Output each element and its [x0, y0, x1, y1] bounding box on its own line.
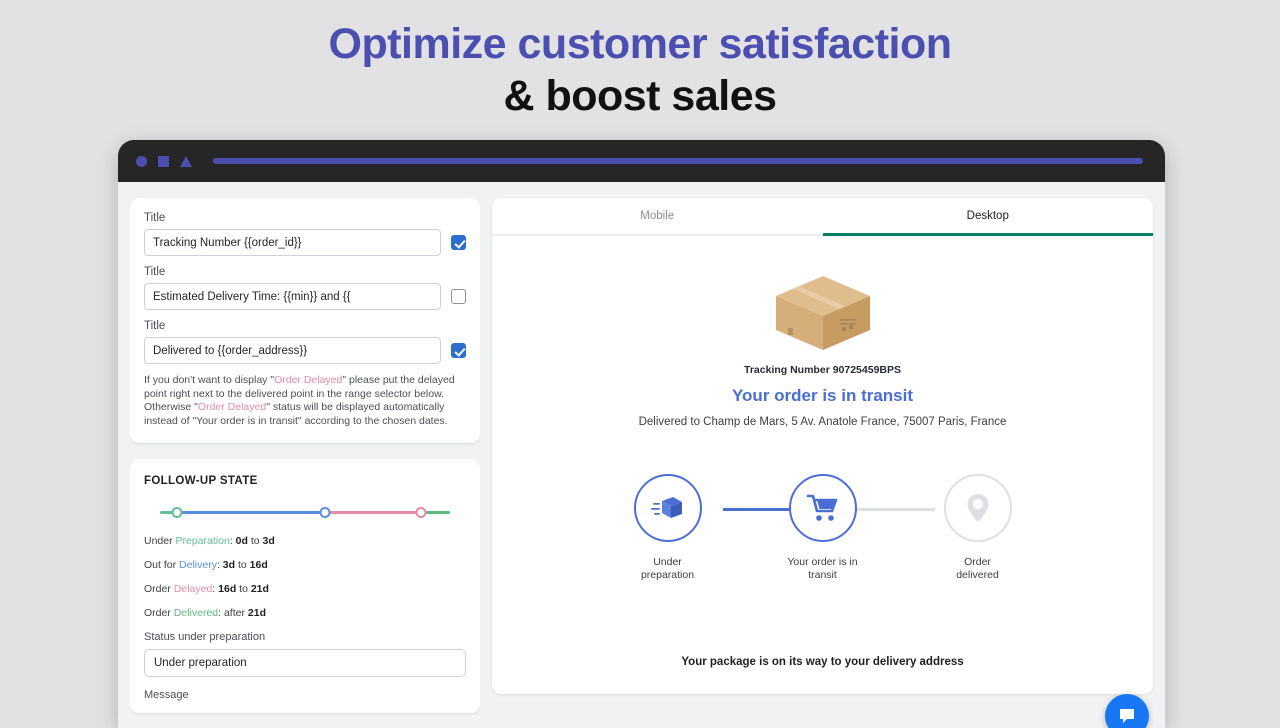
- title-input-3[interactable]: Delivered to {{order_address}}: [144, 337, 441, 364]
- cardboard-box-icon: [768, 262, 878, 354]
- headline-line-2: & boost sales: [0, 70, 1280, 122]
- title-checkbox-2[interactable]: [451, 289, 466, 304]
- browser-window-mockup: Title Tracking Number {{order_id}} Title…: [118, 140, 1165, 728]
- field-label: Title: [144, 320, 441, 332]
- step-label: Under preparation: [641, 556, 694, 582]
- step-label-line2: delivered: [956, 569, 999, 581]
- order-progress-stepper: Under preparation: [613, 474, 1033, 582]
- tab-desktop[interactable]: Desktop: [823, 198, 1154, 236]
- field-label: Title: [144, 266, 441, 278]
- tracking-number-text: Tracking Number 90725459BPS: [744, 364, 901, 376]
- step-under-preparation: Under preparation: [613, 474, 723, 582]
- range-state: Delayed: [174, 583, 213, 595]
- title-field-row: Title Delivered to {{order_address}}: [144, 320, 466, 364]
- step-label-line2: transit: [808, 569, 837, 581]
- preview-body: Tracking Number 90725459BPS Your order i…: [492, 236, 1153, 694]
- range-sep: : after: [218, 607, 248, 619]
- status-under-preparation-input[interactable]: Under preparation: [144, 649, 466, 677]
- range-prefix: Under: [144, 535, 176, 547]
- field-label: Title: [144, 212, 441, 224]
- step-label-line1: Your order is in: [787, 556, 857, 568]
- package-footer-note: Your package is on its way to your deliv…: [681, 656, 963, 668]
- range-line-preparation: Under Preparation: 0d to 3d: [144, 535, 466, 547]
- browser-titlebar: [118, 140, 1165, 182]
- followup-section-title: FOLLOW-UP STATE: [144, 475, 466, 487]
- followup-state-card: FOLLOW-UP STATE Under Preparation: 0d to…: [130, 459, 480, 713]
- range-to: 21d: [251, 583, 269, 595]
- range-to: 16d: [250, 559, 268, 571]
- headline-line-1: Optimize customer satisfaction: [0, 18, 1280, 70]
- titles-card: Title Tracking Number {{order_id}} Title…: [130, 198, 480, 443]
- range-line-delivery: Out for Delivery: 3d to 16d: [144, 559, 466, 571]
- message-label: Message: [144, 689, 466, 701]
- range-state: Preparation: [176, 535, 230, 547]
- preview-column: Mobile Desktop: [492, 198, 1153, 728]
- step-label-line1: Under: [653, 556, 682, 568]
- range-mid: to: [235, 559, 250, 571]
- step-delivered: Order delivered: [923, 474, 1033, 582]
- status-under-preparation-label: Status under preparation: [144, 631, 466, 643]
- package-box-icon: [651, 491, 685, 525]
- slider-handle-delivery[interactable]: [320, 507, 331, 518]
- range-prefix: Order: [144, 583, 174, 595]
- step-label-line1: Order: [964, 556, 991, 568]
- range-from: 0d: [236, 535, 248, 547]
- range-from: 3d: [223, 559, 235, 571]
- title-field-3: Title Delivered to {{order_address}}: [144, 320, 441, 364]
- page-headline: Optimize customer satisfaction & boost s…: [0, 0, 1280, 123]
- title-checkbox-3[interactable]: [451, 343, 466, 358]
- title-field-row: Title Estimated Delivery Time: {{min}} a…: [144, 266, 466, 310]
- triangle-icon[interactable]: [180, 156, 192, 167]
- chat-bubble-icon[interactable]: [1105, 694, 1149, 728]
- range-prefix: Out for: [144, 559, 179, 571]
- slider-handle-preparation[interactable]: [172, 507, 183, 518]
- shopping-cart-icon: [806, 491, 840, 525]
- circle-icon[interactable]: [136, 156, 147, 167]
- step-circle: [944, 474, 1012, 542]
- square-icon[interactable]: [158, 156, 169, 167]
- help-highlight-1: Order Delayed: [274, 374, 342, 386]
- step-in-transit: Your order is in transit: [768, 474, 878, 582]
- slider-segment-delivery: [177, 511, 325, 514]
- title-field-row: Title Tracking Number {{order_id}}: [144, 212, 466, 256]
- app-viewport: Title Tracking Number {{order_id}} Title…: [118, 182, 1165, 728]
- title-field-1: Title Tracking Number {{order_id}}: [144, 212, 441, 256]
- slider-segment-delayed: [325, 511, 421, 514]
- range-state: Delivered: [174, 607, 218, 619]
- range-from: 16d: [218, 583, 236, 595]
- range-mid: to: [248, 535, 263, 547]
- tracking-preview-card: Mobile Desktop: [492, 198, 1153, 694]
- range-line-delayed: Order Delayed: 16d to 21d: [144, 583, 466, 595]
- title-field-2: Title Estimated Delivery Time: {{min}} a…: [144, 266, 441, 310]
- step-label: Your order is in transit: [787, 556, 857, 582]
- order-status-heading: Your order is in transit: [732, 386, 913, 406]
- settings-column: Title Tracking Number {{order_id}} Title…: [130, 198, 480, 728]
- location-pin-icon: [963, 491, 993, 525]
- range-from: 21d: [248, 607, 266, 619]
- help-highlight-2: Order Delayed: [198, 401, 266, 413]
- range-mid: to: [236, 583, 251, 595]
- help-part-1: If you don't want to display ": [144, 374, 274, 386]
- range-line-delivered: Order Delivered: after 21d: [144, 607, 466, 619]
- step-label-line2: preparation: [641, 569, 694, 581]
- range-state: Delivery: [179, 559, 217, 571]
- address-bar[interactable]: [213, 158, 1143, 164]
- tab-mobile[interactable]: Mobile: [492, 198, 823, 236]
- delivery-address-text: Delivered to Champ de Mars, 5 Av. Anatol…: [639, 416, 1007, 428]
- range-selector[interactable]: [160, 505, 450, 519]
- range-prefix: Order: [144, 607, 174, 619]
- delayed-help-text: If you don't want to display "Order Dela…: [144, 374, 466, 429]
- slider-handle-delayed[interactable]: [416, 507, 427, 518]
- step-label: Order delivered: [956, 556, 999, 582]
- title-input-2[interactable]: Estimated Delivery Time: {{min}} and {{: [144, 283, 441, 310]
- step-circle: [634, 474, 702, 542]
- preview-tabs: Mobile Desktop: [492, 198, 1153, 236]
- title-input-1[interactable]: Tracking Number {{order_id}}: [144, 229, 441, 256]
- step-circle: [789, 474, 857, 542]
- title-checkbox-1[interactable]: [451, 235, 466, 250]
- range-to: 3d: [263, 535, 275, 547]
